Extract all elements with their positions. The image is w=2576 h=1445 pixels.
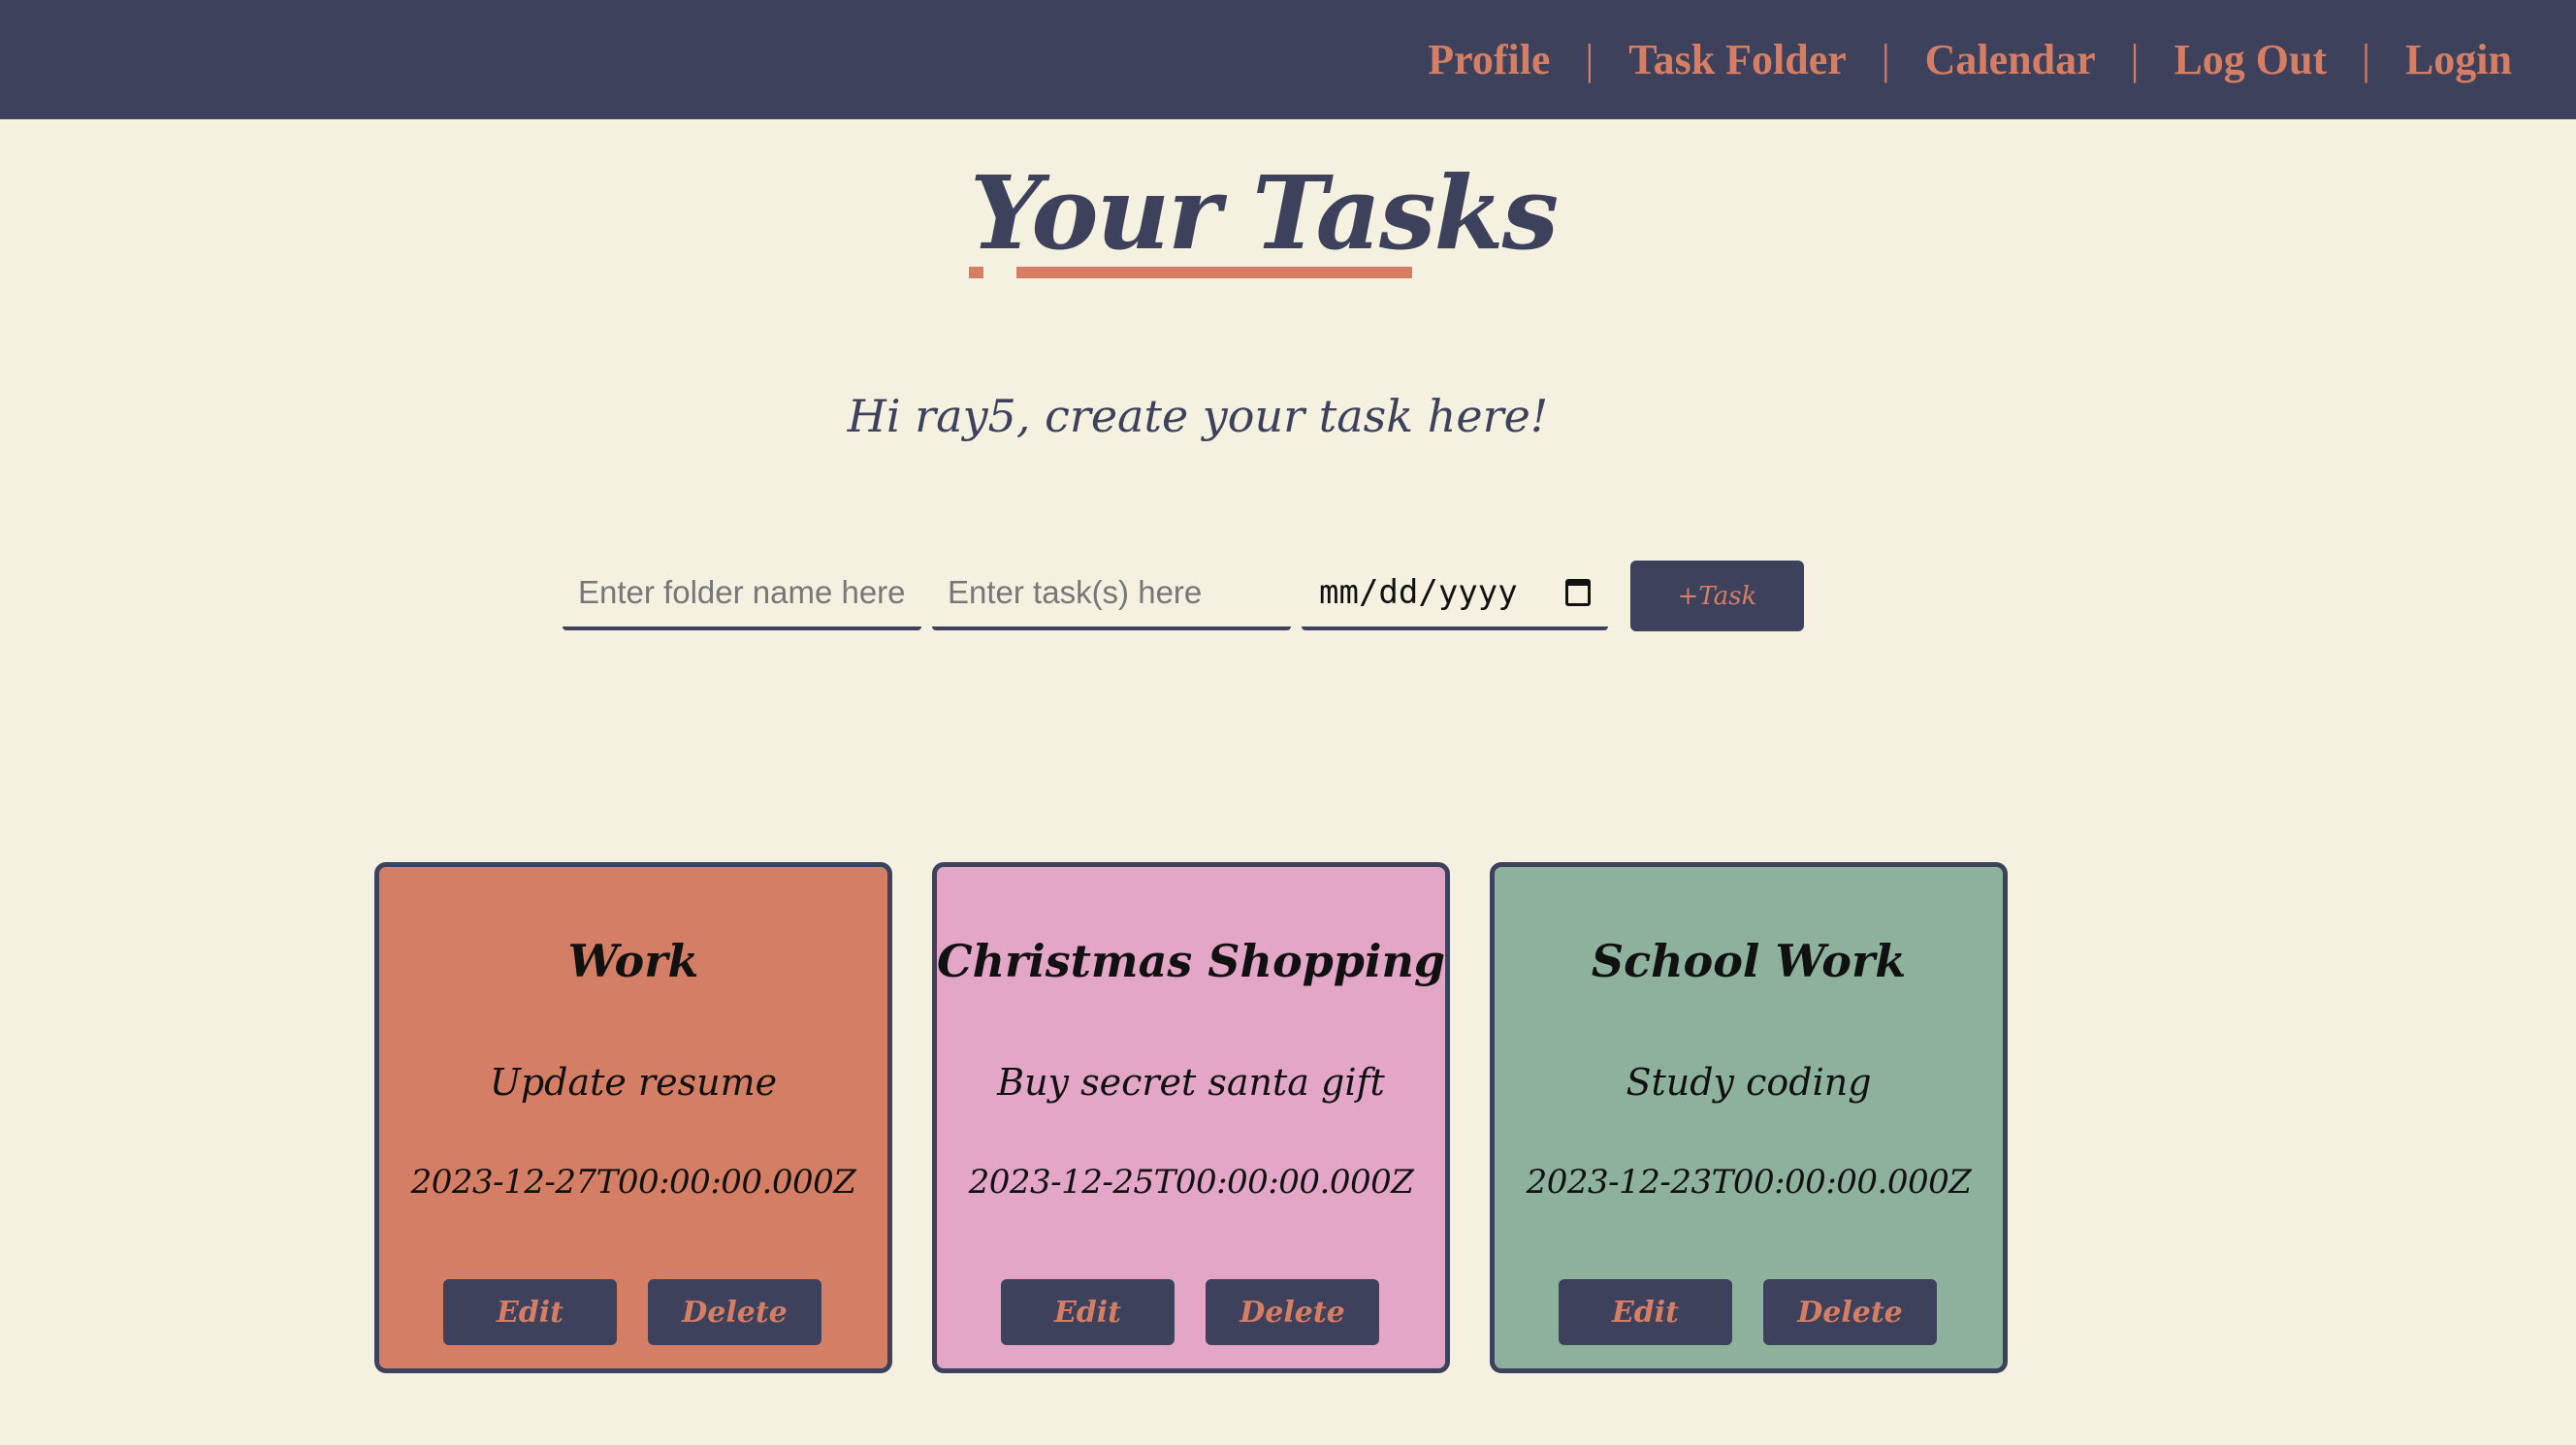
title-underline	[1016, 267, 1412, 278]
nav-link-task-folder[interactable]: Task Folder	[1628, 35, 1847, 84]
card-due-date: 2023-12-27T00:00:00.000Z	[410, 1163, 856, 1202]
delete-button[interactable]: Delete	[1763, 1279, 1937, 1345]
card-task-text: Update resume	[489, 1061, 778, 1104]
page-title: Your Tasks	[970, 153, 1559, 273]
edit-button[interactable]: Edit	[1559, 1279, 1732, 1345]
card-folder-title: Christmas Shopping	[937, 935, 1446, 987]
date-input[interactable]: mm/dd/yyyy	[1302, 559, 1608, 630]
edit-button[interactable]: Edit	[1001, 1279, 1175, 1345]
nav-link-login[interactable]: Login	[2405, 35, 2512, 84]
task-card-christmas-shopping: Christmas Shopping Buy secret santa gift…	[932, 862, 1450, 1373]
card-due-date: 2023-12-25T00:00:00.000Z	[968, 1163, 1414, 1202]
nav-link-calendar[interactable]: Calendar	[1925, 35, 2096, 84]
navbar: Profile | Task Folder | Calendar | Log O…	[0, 0, 2576, 119]
edit-button[interactable]: Edit	[443, 1279, 617, 1345]
delete-button[interactable]: Delete	[648, 1279, 821, 1345]
task-card-work: Work Update resume 2023-12-27T00:00:00.0…	[374, 862, 892, 1373]
date-placeholder: mm/dd/yyyy	[1319, 573, 1518, 612]
card-task-text: Buy secret santa gift	[997, 1061, 1385, 1104]
task-card-school-work: School Work Study coding 2023-12-23T00:0…	[1490, 862, 2008, 1373]
nav-link-log-out[interactable]: Log Out	[2174, 35, 2327, 84]
task-input[interactable]	[932, 559, 1291, 630]
add-task-button[interactable]: +Task	[1630, 561, 1804, 631]
nav-links: Profile | Task Folder | Calendar | Log O…	[1428, 0, 2512, 119]
title-underline-dot	[969, 267, 983, 278]
greeting-text: Hi ray5, create your task here!	[847, 390, 1549, 442]
folder-name-input[interactable]	[563, 559, 921, 630]
card-folder-title: Work	[567, 935, 699, 987]
nav-link-profile[interactable]: Profile	[1428, 35, 1550, 84]
nav-separator: |	[2362, 36, 2370, 83]
nav-separator: |	[1881, 36, 1890, 83]
calendar-icon[interactable]	[1565, 579, 1591, 606]
nav-separator: |	[2130, 36, 2140, 83]
card-task-text: Study coding	[1626, 1061, 1872, 1104]
card-due-date: 2023-12-23T00:00:00.000Z	[1526, 1163, 1972, 1202]
delete-button[interactable]: Delete	[1206, 1279, 1379, 1345]
card-folder-title: School Work	[1591, 935, 1907, 987]
nav-separator: |	[1585, 36, 1594, 83]
